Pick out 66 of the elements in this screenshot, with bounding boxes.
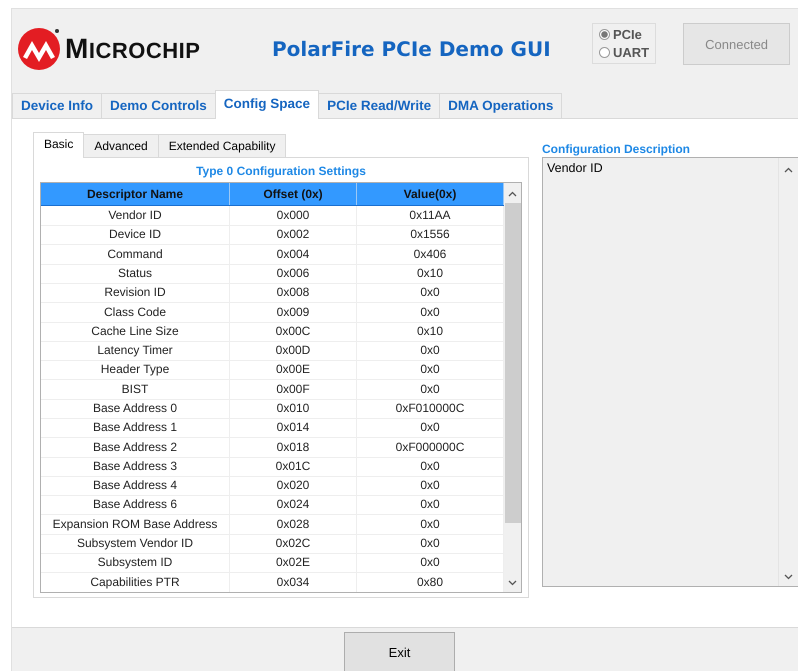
table-cell: 0x010: [230, 399, 357, 419]
table-cell: Base Address 2: [41, 438, 230, 458]
table-cell: Command: [41, 244, 230, 265]
table-cell: 0x020: [230, 476, 357, 496]
table-cell: 0x00F: [230, 380, 357, 400]
table-cell: 0x014: [230, 418, 357, 438]
table-cell: 0x000: [230, 206, 357, 226]
table-cell: 0x009: [230, 302, 357, 323]
logo-icon: [17, 27, 61, 72]
scroll-up-icon: [784, 167, 793, 174]
table-cell: Base Address 3: [41, 456, 230, 477]
table-cell: Subsystem ID: [41, 553, 230, 574]
table-cell: Subsystem Vendor ID: [41, 534, 230, 554]
scrollbar[interactable]: [504, 183, 521, 592]
scroll-down-icon: [784, 574, 793, 580]
table-cell: BIST: [41, 380, 230, 400]
table-cell: Expansion ROM Base Address: [41, 514, 230, 535]
table-cell: Base Address 1: [41, 418, 230, 438]
app-title: PolarFire PCIe Demo GUI: [272, 37, 552, 62]
table-cell: 0x028: [230, 514, 357, 535]
tab[interactable]: Device Info: [12, 93, 102, 118]
radio-label: UART: [613, 44, 650, 60]
table-cell: Base Address 4: [41, 476, 230, 496]
table-cell: 0x004: [230, 244, 357, 265]
table-cell: Class Code: [41, 302, 230, 323]
table-title: Type 0 Configuration Settings: [195, 163, 367, 180]
table-cell: 0x008: [230, 283, 357, 304]
logo-text: MICROCHIP: [65, 33, 200, 66]
table-cell: 0x006: [230, 264, 357, 284]
table-cell: Revision ID: [41, 283, 230, 304]
scroll-up-icon: [508, 191, 517, 198]
table-cell: Status: [41, 264, 230, 284]
table-cell: Cache Line Size: [41, 322, 230, 342]
table-cell: 0x018: [230, 438, 357, 458]
column-header[interactable]: Descriptor Name: [41, 183, 230, 206]
table-cell: Vendor ID: [41, 206, 230, 226]
table-cell: 0x00D: [230, 341, 357, 362]
description-label: Configuration Description: [542, 141, 691, 156]
table-cell: 0x034: [230, 572, 357, 592]
tab[interactable]: Extended Capability: [158, 134, 286, 158]
table-cell: 0x02C: [230, 534, 357, 554]
scroll-down-icon: [508, 580, 517, 586]
description-text: Vendor ID: [546, 160, 604, 178]
table-cell: Capabilities PTR: [41, 572, 230, 592]
radio-label: PCIe: [613, 26, 642, 42]
table-cell: 0x01C: [230, 456, 357, 477]
table-cell: 0x024: [230, 495, 357, 516]
description-box[interactable]: Vendor ID: [542, 157, 798, 588]
table-cell: Latency Timer: [41, 341, 230, 362]
radio-button[interactable]: [599, 46, 610, 58]
table-cell: 0x00E: [230, 360, 357, 380]
table-cell: Header Type: [41, 360, 230, 380]
exit-button[interactable]: Exit: [344, 632, 455, 671]
column-header[interactable]: Offset (0x): [230, 183, 357, 206]
table-cell: Device ID: [41, 225, 230, 246]
table-cell: Base Address 0: [41, 399, 230, 419]
tab[interactable]: Advanced: [83, 134, 159, 158]
scroll-thumb[interactable]: [504, 203, 520, 524]
table-cell: Base Address 6: [41, 495, 230, 516]
radio-button[interactable]: [599, 28, 610, 40]
tab[interactable]: Basic: [33, 132, 84, 158]
table-cell: 0x02E: [230, 553, 357, 574]
table-cell: 0x002: [230, 225, 357, 246]
tab[interactable]: DMA Operations: [439, 93, 562, 118]
table-cell: 0x00C: [230, 322, 357, 342]
tab[interactable]: Config Space: [214, 90, 320, 120]
